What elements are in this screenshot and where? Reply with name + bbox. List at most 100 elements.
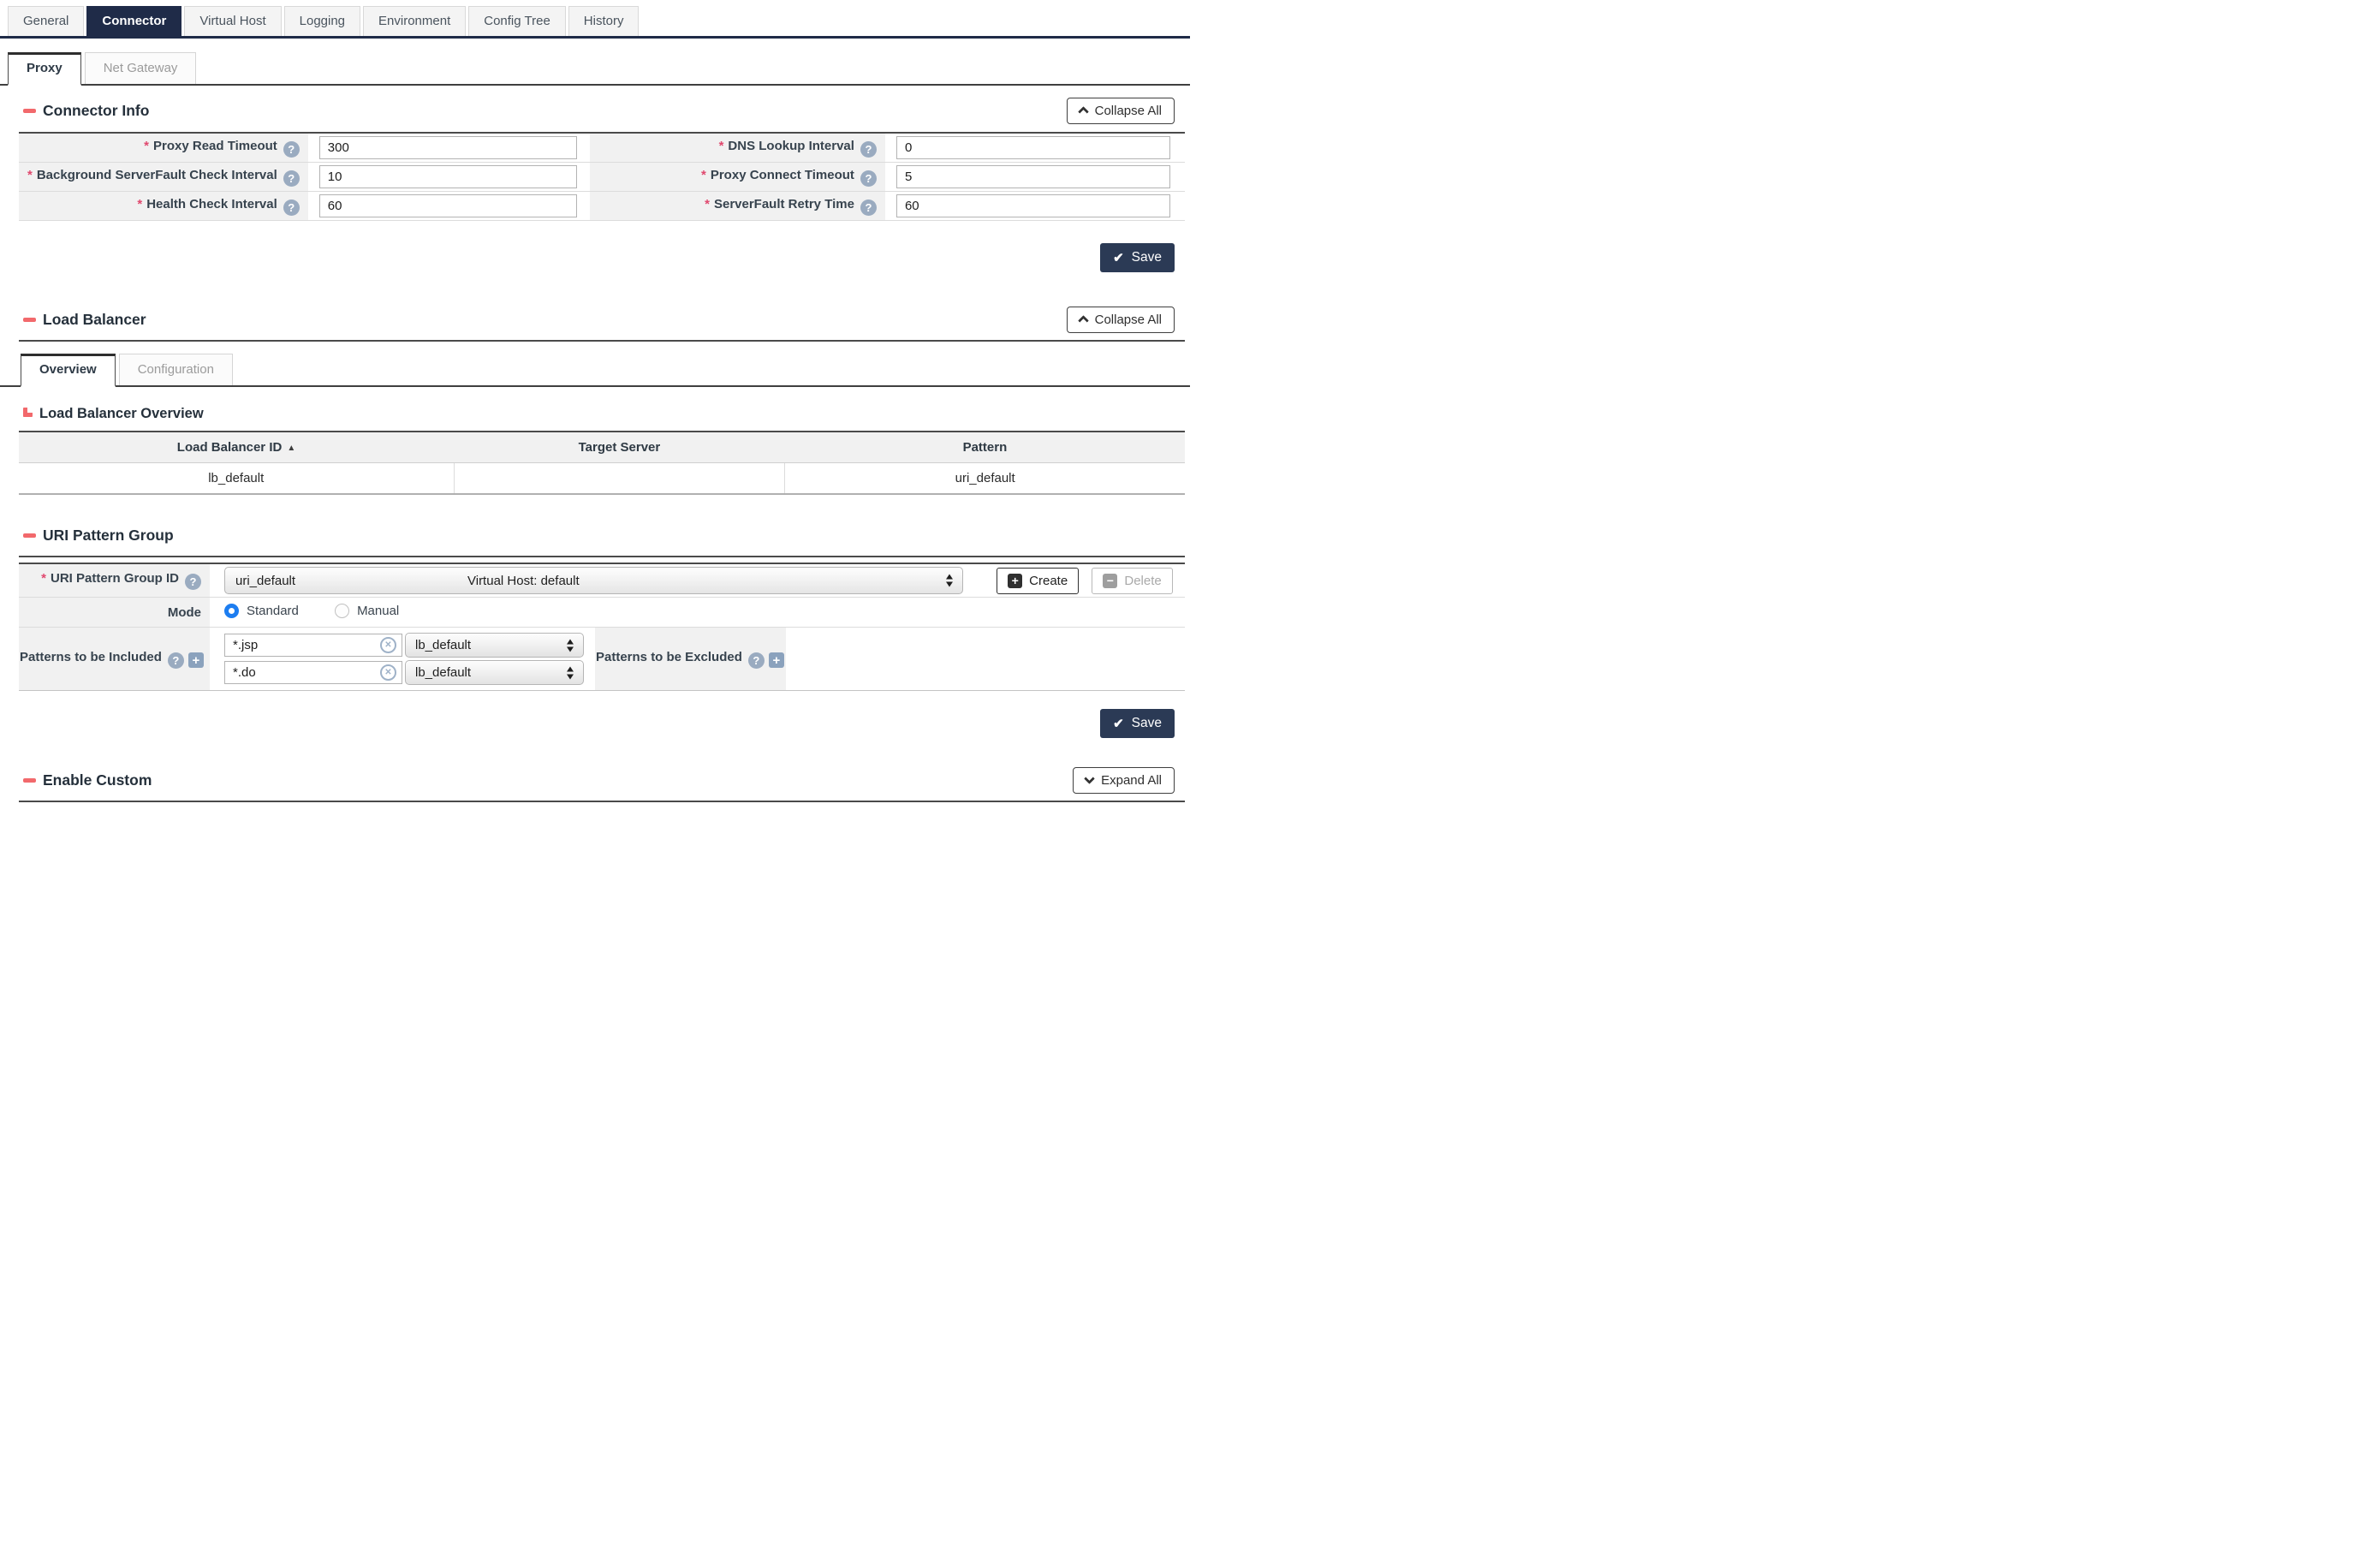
tab-environment[interactable]: Environment <box>363 6 466 36</box>
help-icon[interactable]: ? <box>860 199 877 216</box>
subtab-proxy[interactable]: Proxy <box>8 52 81 86</box>
health-check-interval-input[interactable] <box>319 194 577 217</box>
column-header-target-server[interactable]: Target Server <box>454 432 785 462</box>
save-button[interactable]: ✔ Save <box>1100 709 1175 738</box>
mode-radio-manual[interactable]: Manual <box>335 604 399 618</box>
connector-sub-tab-bar: Proxy Net Gateway <box>0 52 1190 86</box>
load-balancer-header: Load Balancer Collapse All <box>23 305 1175 334</box>
field-label-proxy-read-timeout: *Proxy Read Timeout? <box>19 133 308 163</box>
included-pattern-row: ✕ lb_default <box>224 660 595 685</box>
delete-button: − Delete <box>1092 568 1172 594</box>
check-icon: ✔ <box>1113 250 1124 265</box>
field-label-uri-pattern-group-id: *URI Pattern Group ID? <box>19 563 210 598</box>
tab-connector[interactable]: Connector <box>86 6 181 36</box>
section-minus-icon <box>23 109 36 113</box>
uri-pattern-group-id-select[interactable]: uri_default Virtual Host: default <box>224 567 963 594</box>
included-pattern-input-do[interactable] <box>224 661 402 684</box>
column-header-pattern[interactable]: Pattern <box>785 432 1185 462</box>
required-marker: * <box>144 139 149 153</box>
section-title: Enable Custom <box>43 771 152 789</box>
column-header-load-balancer-id[interactable]: Load Balancer ID▲ <box>19 432 454 462</box>
form-row: Patterns to be Included?+ ✕ lb_default ✕ <box>19 628 1185 691</box>
plus-icon: + <box>1008 574 1022 588</box>
help-icon[interactable]: ? <box>283 199 300 216</box>
create-button[interactable]: + Create <box>997 568 1079 594</box>
background-serverfault-check-interval-input[interactable] <box>319 165 577 188</box>
tab-config-tree[interactable]: Config Tree <box>468 6 566 36</box>
remove-pattern-icon[interactable]: ✕ <box>380 664 396 681</box>
collapse-all-label: Collapse All <box>1095 104 1162 118</box>
expand-all-button[interactable]: Expand All <box>1073 767 1175 794</box>
section-divider <box>19 556 1185 557</box>
section-minus-icon <box>23 533 36 538</box>
help-icon[interactable]: ? <box>748 652 765 669</box>
field-label-mode: Mode <box>19 598 210 628</box>
proxy-read-timeout-input[interactable] <box>319 136 577 159</box>
serverfault-retry-time-input[interactable] <box>896 194 1170 217</box>
tab-logging[interactable]: Logging <box>284 6 360 36</box>
tab-history[interactable]: History <box>568 6 640 36</box>
help-icon[interactable]: ? <box>860 141 877 158</box>
collapse-all-label: Collapse All <box>1095 313 1162 327</box>
lb-overview-header: Load Balancer Overview <box>23 404 1175 423</box>
collapse-all-button[interactable]: Collapse All <box>1067 307 1175 333</box>
mode-radio-standard[interactable]: Standard <box>224 604 299 618</box>
save-label: Save <box>1132 716 1162 731</box>
check-icon: ✔ <box>1113 716 1124 731</box>
create-label: Create <box>1029 574 1068 588</box>
load-balancer-overview-table: Load Balancer ID▲ Target Server Pattern … <box>19 431 1185 495</box>
remove-pattern-icon[interactable]: ✕ <box>380 637 396 653</box>
sort-ascending-icon: ▲ <box>287 444 295 453</box>
field-label-serverfault-retry-time: *ServerFault Retry Time? <box>590 192 885 221</box>
included-pattern-lb-select[interactable]: lb_default <box>405 660 584 685</box>
section-divider <box>19 340 1185 342</box>
dns-lookup-interval-input[interactable] <box>896 136 1170 159</box>
form-row: *Health Check Interval? *ServerFault Ret… <box>19 192 1185 221</box>
delete-label: Delete <box>1124 574 1161 588</box>
section-minus-icon <box>23 318 36 322</box>
add-pattern-icon[interactable]: + <box>188 652 204 668</box>
section-title: Load Balancer <box>43 311 146 329</box>
cell-pattern: uri_default <box>785 462 1185 494</box>
included-pattern-input-jsp[interactable] <box>224 634 402 657</box>
proxy-connect-timeout-input[interactable] <box>896 165 1170 188</box>
radio-selected-icon <box>224 604 239 618</box>
form-row: *Proxy Read Timeout? *DNS Lookup Interva… <box>19 133 1185 163</box>
table-header-row: Load Balancer ID▲ Target Server Pattern <box>19 432 1185 462</box>
uri-pattern-group-header: URI Pattern Group <box>23 521 1175 550</box>
field-label-background-serverfault-check-interval: *Background ServerFault Check Interval? <box>19 163 308 192</box>
help-icon[interactable]: ? <box>168 652 184 669</box>
tab-virtual-host[interactable]: Virtual Host <box>184 6 281 36</box>
minus-icon: − <box>1103 574 1117 588</box>
required-marker: * <box>27 168 33 182</box>
subtab-net-gateway[interactable]: Net Gateway <box>85 52 197 84</box>
help-icon[interactable]: ? <box>283 141 300 158</box>
save-button[interactable]: ✔ Save <box>1100 243 1175 272</box>
radio-label: Manual <box>357 604 399 618</box>
connector-info-header: Connector Info Collapse All <box>23 96 1175 125</box>
required-marker: * <box>701 168 706 182</box>
cell-load-balancer-id: lb_default <box>19 462 454 494</box>
select-value: lb_default <box>415 638 471 652</box>
collapse-all-button[interactable]: Collapse All <box>1067 98 1175 124</box>
select-detail: Virtual Host: default <box>467 574 580 588</box>
section-title: Connector Info <box>43 102 149 120</box>
form-row: Mode Standard Manual <box>19 598 1185 628</box>
cell-target-server <box>454 462 785 494</box>
table-row: lb_default uri_default <box>19 462 1185 494</box>
field-label-health-check-interval: *Health Check Interval? <box>19 192 308 221</box>
add-pattern-icon[interactable]: + <box>769 652 784 668</box>
section-minus-icon <box>23 778 36 783</box>
help-icon[interactable]: ? <box>283 170 300 187</box>
included-pattern-lb-select[interactable]: lb_default <box>405 633 584 658</box>
help-icon[interactable]: ? <box>185 574 201 590</box>
subtab-configuration[interactable]: Configuration <box>119 354 233 385</box>
subtab-overview[interactable]: Overview <box>21 354 116 387</box>
tab-general[interactable]: General <box>8 6 84 36</box>
help-icon[interactable]: ? <box>860 170 877 187</box>
main-tab-bar: General Connector Virtual Host Logging E… <box>0 0 1190 39</box>
select-value: uri_default <box>235 574 295 588</box>
subsection-title: Load Balancer Overview <box>39 406 204 422</box>
required-marker: * <box>41 571 46 586</box>
chevron-up-icon <box>1078 315 1089 326</box>
